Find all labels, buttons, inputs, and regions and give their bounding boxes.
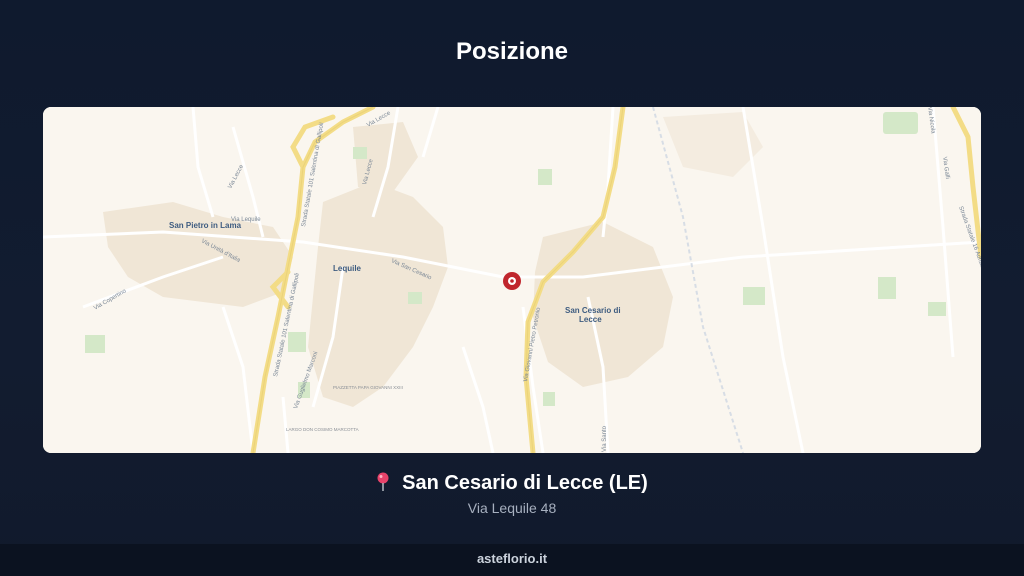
map-canvas[interactable]: San Pietro in Lama Lequile San Cesario d…: [43, 107, 981, 453]
poi-label: PIAZZETTA PAPA GIOVANNI XXIII: [333, 385, 403, 390]
location-line: San Cesario di Lecce (LE): [0, 472, 1024, 495]
place-label: Lecce: [579, 315, 602, 324]
footer: asteflorio.it: [0, 544, 1024, 576]
place-label: San Cesario di: [565, 306, 621, 315]
pin-icon: [376, 472, 390, 492]
footer-site[interactable]: asteflorio.it: [477, 551, 547, 566]
page-title: Posizione: [455, 38, 569, 65]
street-label: Via Lequile: [231, 217, 261, 223]
map[interactable]: San Pietro in Lama Lequile San Cesario d…: [43, 107, 981, 453]
location-name: San Cesario di Lecce (LE): [402, 472, 648, 494]
place-label: Lequile: [333, 264, 362, 273]
street-label: Via Santo: [602, 425, 608, 452]
poi-label: LARGO DON COSIMO MARCOTTA: [286, 427, 359, 432]
location-marker[interactable]: [503, 272, 521, 290]
address: Via Lequile 48: [467, 500, 557, 516]
